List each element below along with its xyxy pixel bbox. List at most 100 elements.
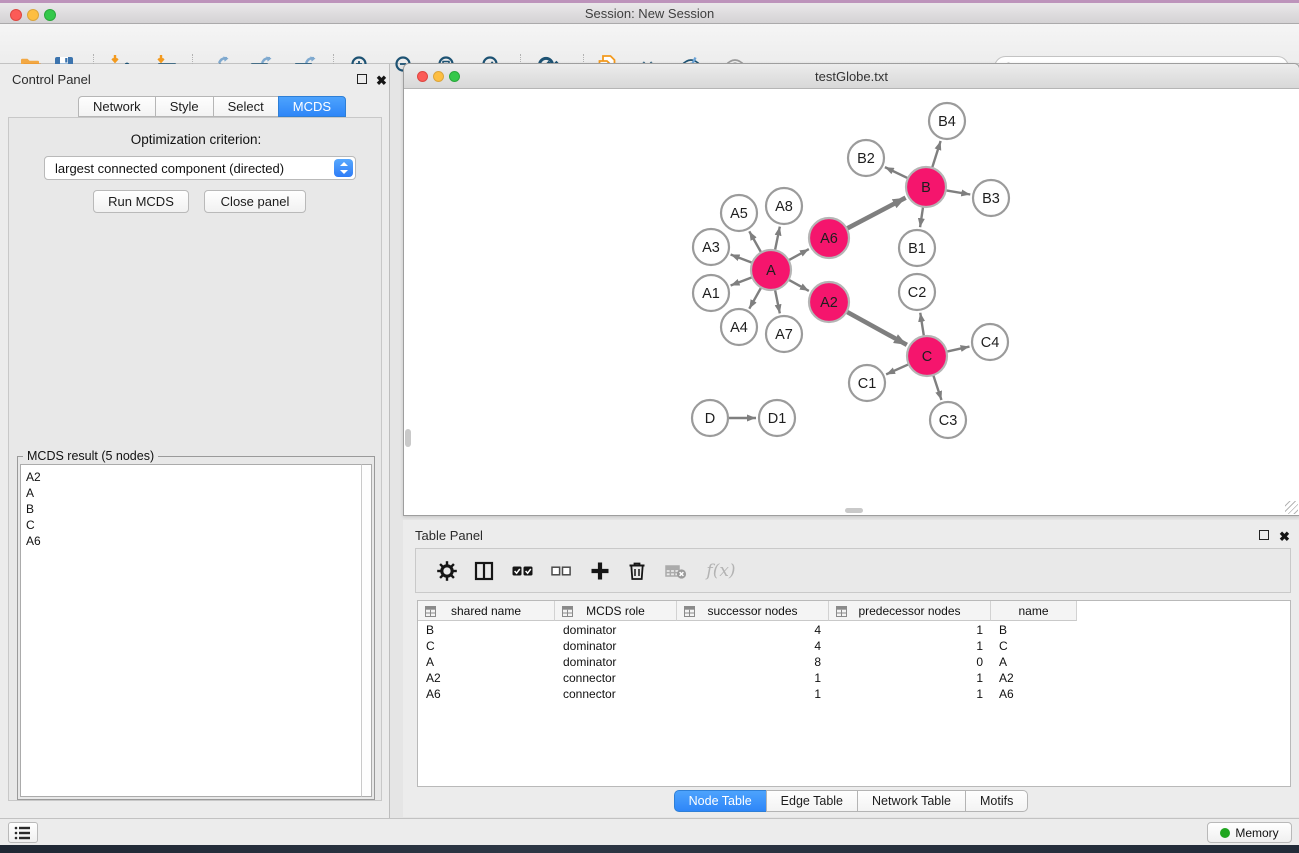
graph-edge-A-A5[interactable] [749,231,761,252]
graph-edge-C-C1[interactable] [886,364,908,374]
graph-edge-C-C4[interactable] [947,347,969,352]
close-table-panel-icon[interactable]: ✖ [1279,528,1292,541]
graph-edge-C-C2[interactable] [920,313,924,336]
column-header-MCDS-role[interactable]: MCDS role [555,601,677,621]
attribute-icon [836,606,847,620]
graph-node-C2[interactable]: C2 [899,274,935,310]
tab-node-table[interactable]: Node Table [674,790,766,812]
task-history-button[interactable] [8,822,38,843]
column-header-predecessor-nodes[interactable]: predecessor nodes [829,601,991,621]
network-view-window: testGlobe.txt B4 B2 B B3 A8 A5 A6 A3 B1 A A1 C2 A2 A4… [403,63,1299,516]
network-canvas[interactable]: B4 B2 B B3 A8 A5 A6 A3 B1 A A1 C2 A2 A4 A7 C4 C C1 C3 D D1 [404,89,1299,515]
tab-motifs[interactable]: Motifs [965,790,1028,812]
graph-edge-A6-B[interactable] [847,198,905,229]
svg-text:A7: A7 [775,327,793,343]
titlebar[interactable]: Session: New Session [0,3,1299,24]
graph-node-A7[interactable]: A7 [766,316,802,352]
canvas-horizontal-scrollbar[interactable] [845,508,863,513]
graph-edge-A-A3[interactable] [731,255,752,263]
svg-text:C: C [922,349,932,365]
graph-node-A3[interactable]: A3 [693,229,729,265]
graph-node-A[interactable]: A [751,250,791,290]
graph-node-C4[interactable]: C4 [972,324,1008,360]
graph-node-B1[interactable]: B1 [899,230,935,266]
graph-node-B[interactable]: B [906,167,946,207]
graph-edge-A-A6[interactable] [789,249,809,260]
table-row[interactable]: Cdominator41C [418,638,1290,654]
graph-node-B3[interactable]: B3 [973,180,1009,216]
mcds-panel: Optimization criterion: largest connecte… [8,117,382,801]
graph-node-A8[interactable]: A8 [766,188,802,224]
graph-node-B2[interactable]: B2 [848,140,884,176]
criterion-select[interactable]: largest connected component (directed) [44,156,356,180]
column-header-name[interactable]: name [991,601,1077,621]
graph-edge-B-B2[interactable] [885,167,908,178]
graph-node-C3[interactable]: C3 [930,402,966,438]
tab-network[interactable]: Network [78,96,155,117]
graph-node-A4[interactable]: A4 [721,309,757,345]
graph-edge-B-B1[interactable] [920,207,923,227]
mcds-result-item[interactable]: C [21,517,361,533]
delete-button[interactable] [623,558,651,584]
select-all-button[interactable] [509,558,537,584]
mcds-result-item[interactable]: B [21,501,361,517]
graph-edge-B-B4[interactable] [932,141,940,167]
split-columns-button[interactable] [470,558,498,584]
tab-select[interactable]: Select [213,96,278,117]
tab-edge-table[interactable]: Edge Table [766,790,857,812]
add-button[interactable] [586,558,614,584]
deselect-all-button[interactable] [547,558,575,584]
graph-edge-A-A8[interactable] [775,227,780,250]
svg-text:A: A [766,263,776,279]
mcds-result-item[interactable]: A2 [21,469,361,485]
graph-edge-A-A4[interactable] [749,288,761,309]
graph-node-C1[interactable]: C1 [849,365,885,401]
column-header-shared-name[interactable]: shared name [418,601,555,621]
svg-text:A8: A8 [775,199,793,215]
graph-node-D1[interactable]: D1 [759,400,795,436]
network-window-titlebar[interactable]: testGlobe.txt [404,64,1299,89]
column-header-successor-nodes[interactable]: successor nodes [677,601,829,621]
float-panel-icon[interactable] [357,72,370,85]
mcds-result-item[interactable]: A6 [21,533,361,549]
mcds-list-scrollbar[interactable] [361,464,372,797]
graph-edge-C-C3[interactable] [933,375,941,400]
graph-node-A6[interactable]: A6 [809,218,849,258]
table-row[interactable]: A6connector11A6 [418,686,1290,702]
mcds-result-list[interactable]: A2ABCA6 [20,464,361,797]
graph-edge-A-A2[interactable] [789,280,809,291]
mcds-result-item[interactable]: A [21,485,361,501]
graph-edge-B-B3[interactable] [946,190,970,194]
tab-style[interactable]: Style [155,96,213,117]
graph-edge-A-A7[interactable] [775,290,780,313]
svg-text:C2: C2 [908,285,927,301]
table-cell: 1 [829,686,991,702]
run-mcds-button[interactable]: Run MCDS [93,190,189,213]
float-table-panel-icon[interactable] [1259,528,1272,541]
tab-network-table[interactable]: Network Table [857,790,965,812]
svg-text:A1: A1 [702,286,720,302]
table-body: Bdominator41BCdominator41CAdominator80AA… [418,622,1290,702]
close-panel-button[interactable]: Close panel [204,190,306,213]
graph-edge-A-A1[interactable] [731,277,752,285]
graph-node-D[interactable]: D [692,400,728,436]
optimization-criterion-label: Optimization criterion: [9,132,383,147]
tab-mcds[interactable]: MCDS [278,96,346,117]
table-row[interactable]: Adominator80A [418,654,1290,670]
resize-grip[interactable] [1285,501,1298,514]
close-panel-icon[interactable]: ✖ [376,72,389,85]
graph-node-A2[interactable]: A2 [809,282,849,322]
gear-button[interactable] [433,558,461,584]
canvas-vertical-scrollbar[interactable] [405,429,411,447]
table-row[interactable]: Bdominator41B [418,622,1290,638]
graph-edge-A2-C[interactable] [847,312,907,345]
function-builder-button[interactable]: f(x) [699,558,743,584]
mcds-result-title: MCDS result (5 nodes) [23,449,158,463]
graph-node-C[interactable]: C [907,336,947,376]
graph-node-B4[interactable]: B4 [929,103,965,139]
memory-button[interactable]: Memory [1207,822,1292,843]
graph-node-A5[interactable]: A5 [721,195,757,231]
delete-column-button[interactable] [662,558,690,584]
graph-node-A1[interactable]: A1 [693,275,729,311]
table-row[interactable]: A2connector11A2 [418,670,1290,686]
